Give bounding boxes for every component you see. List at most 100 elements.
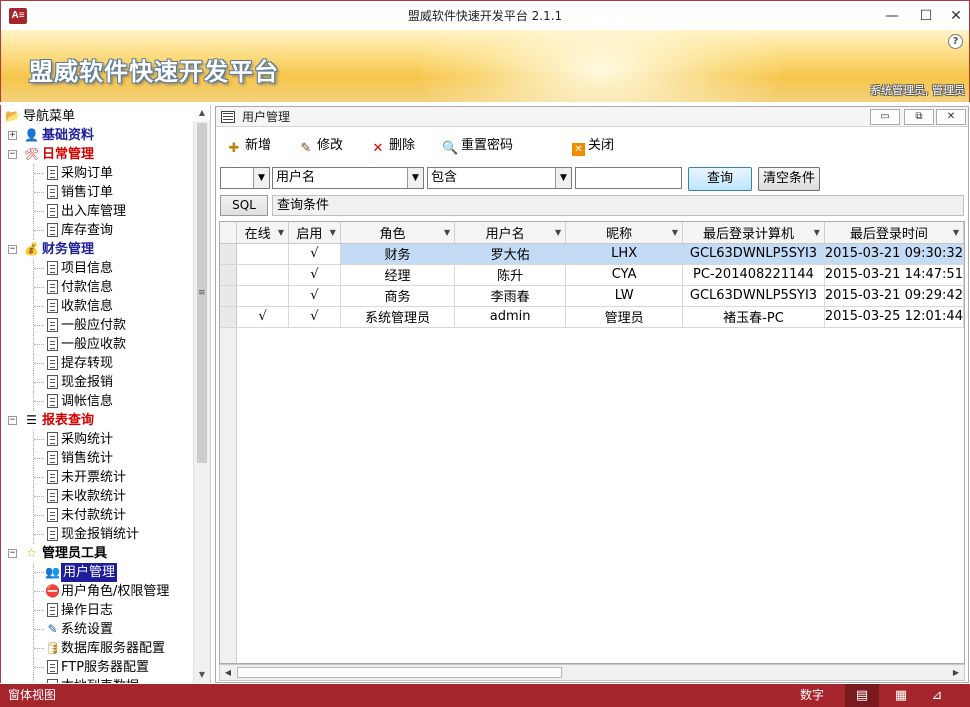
add-button[interactable]: ✚ 新增 bbox=[226, 135, 271, 157]
nav-item[interactable]: 销售统计 bbox=[1, 449, 195, 468]
chevron-down-icon[interactable]: ▼ bbox=[555, 168, 571, 188]
sort-filter-arrow-icon[interactable]: ▼ bbox=[672, 222, 678, 242]
horizontal-scrollbar[interactable]: ◀ ▶ bbox=[219, 664, 965, 681]
help-icon[interactable]: ? bbox=[948, 34, 963, 49]
nav-item[interactable]: 未开票统计 bbox=[1, 468, 195, 487]
table-cell[interactable]: 李雨春 bbox=[454, 285, 567, 307]
table-cell[interactable] bbox=[236, 264, 290, 286]
nav-item[interactable]: 采购统计 bbox=[1, 430, 195, 449]
nav-item[interactable]: 收款信息 bbox=[1, 297, 195, 316]
scroll-up-arrow[interactable]: ▲ bbox=[194, 105, 210, 121]
column-header[interactable]: 启用 ▼ bbox=[288, 222, 341, 244]
nav-item[interactable]: 操作日志 bbox=[1, 601, 195, 620]
nav-item[interactable]: 现金报销统计 bbox=[1, 525, 195, 544]
reset-password-button[interactable]: 🔍 重置密码 bbox=[442, 135, 513, 157]
column-header[interactable]: 最后登录计算机 ▼ bbox=[682, 222, 825, 244]
nav-item[interactable]: 一般应收款 bbox=[1, 335, 195, 354]
form-close-button[interactable]: ✕ bbox=[936, 109, 966, 125]
table-cell[interactable]: 2015-03-21 09:30:32 bbox=[824, 243, 964, 265]
nav-item[interactable]: 项目信息 bbox=[1, 259, 195, 278]
sql-button[interactable]: SQL bbox=[220, 195, 268, 216]
close-window-button[interactable]: ✕ bbox=[941, 1, 970, 31]
layout-view-icon[interactable]: ⊿ bbox=[920, 684, 954, 707]
chevron-down-icon[interactable]: ▼ bbox=[253, 168, 269, 188]
column-header[interactable]: 角色 ▼ bbox=[340, 222, 456, 244]
table-cell[interactable]: √ bbox=[288, 285, 341, 307]
record-selector[interactable] bbox=[220, 285, 238, 307]
nav-item[interactable]: 未收款统计 bbox=[1, 487, 195, 506]
select-all-corner[interactable] bbox=[220, 222, 238, 244]
table-cell[interactable]: 2015-03-25 12:01:44 bbox=[824, 306, 964, 328]
column-header[interactable]: 在线 ▼ bbox=[236, 222, 290, 244]
clear-conditions-button[interactable]: 清空条件 bbox=[758, 167, 820, 191]
record-selector[interactable] bbox=[220, 264, 238, 286]
nav-item[interactable]: 出入库管理 bbox=[1, 202, 195, 221]
table-cell[interactable]: LHX bbox=[565, 243, 684, 265]
table-cell[interactable]: 陈升 bbox=[454, 264, 567, 286]
table-cell[interactable]: 罗大佑 bbox=[454, 243, 567, 265]
table-cell[interactable]: 系统管理员 bbox=[340, 306, 456, 328]
table-cell[interactable]: CYA bbox=[565, 264, 684, 286]
nav-item[interactable]: 现金报销 bbox=[1, 373, 195, 392]
table-cell[interactable] bbox=[236, 243, 290, 265]
scroll-left-arrow[interactable]: ◀ bbox=[220, 665, 236, 680]
table-row[interactable]: √ √ 系统管理员 admin 管理员 褚玉春-PC 2015-03-25 12:01:44 bbox=[220, 306, 964, 328]
nav-item[interactable]: 一般应付款 bbox=[1, 316, 195, 335]
table-cell[interactable]: √ bbox=[288, 264, 341, 286]
table-cell[interactable]: √ bbox=[288, 243, 341, 265]
nav-scrollbar[interactable]: ▲ ≡ ▼ bbox=[193, 108, 210, 683]
query-button[interactable]: 查询 bbox=[688, 167, 752, 191]
table-row[interactable]: √ 商务 李雨春 LW GCL63DWNLP5SYI3 2015-03-21 09:29:… bbox=[220, 285, 964, 307]
collapse-icon[interactable]: − bbox=[8, 416, 17, 425]
nav-group-4[interactable]: − ☆ 管理员工具 bbox=[1, 544, 195, 563]
table-cell[interactable]: 经理 bbox=[340, 264, 456, 286]
nav-item[interactable]: 销售订单 bbox=[1, 183, 195, 202]
table-cell[interactable]: GCL63DWNLP5SYI3 bbox=[682, 243, 825, 265]
nav-item[interactable]: ✎ 系统设置 bbox=[1, 620, 195, 639]
form-view-icon[interactable]: ▤ bbox=[845, 684, 879, 707]
table-cell[interactable]: 2015-03-21 09:29:42 bbox=[824, 285, 964, 307]
table-cell[interactable]: 褚玉春-PC bbox=[682, 306, 825, 328]
scroll-right-arrow[interactable]: ▶ bbox=[948, 665, 964, 680]
table-cell[interactable]: 2015-03-21 14:47:51 bbox=[824, 264, 964, 286]
sort-filter-arrow-icon[interactable]: ▼ bbox=[814, 222, 820, 242]
nav-item[interactable]: FTP服务器配置 bbox=[1, 658, 195, 677]
logic-combo[interactable]: ▼ bbox=[220, 167, 270, 189]
nav-item[interactable]: 提存转现 bbox=[1, 354, 195, 373]
form-minimize-button[interactable]: ▭ bbox=[870, 109, 900, 125]
table-cell[interactable]: √ bbox=[288, 306, 341, 328]
form-restore-button[interactable]: ⧉ bbox=[904, 109, 934, 125]
column-header[interactable]: 用户名 ▼ bbox=[454, 222, 567, 244]
operator-combo[interactable]: 包含 ▼ bbox=[427, 167, 572, 189]
table-cell[interactable]: 财务 bbox=[340, 243, 456, 265]
table-row[interactable]: √ 财务 罗大佑 LHX GCL63DWNLP5SYI3 2015-03-21 09:30… bbox=[220, 243, 964, 265]
horizontal-scroll-thumb[interactable] bbox=[237, 667, 562, 678]
column-header[interactable]: 最后登录时间 ▼ bbox=[824, 222, 964, 244]
nav-item[interactable]: 👥 用户管理 bbox=[1, 563, 195, 582]
sort-filter-arrow-icon[interactable]: ▼ bbox=[278, 222, 284, 242]
table-cell[interactable]: PC-201408221144 bbox=[682, 264, 825, 286]
delete-button[interactable]: ✕ 删除 bbox=[370, 135, 415, 157]
filter-value-input[interactable] bbox=[575, 167, 682, 189]
collapse-icon[interactable]: − bbox=[8, 549, 17, 558]
nav-item[interactable]: 采购订单 bbox=[1, 164, 195, 183]
table-cell[interactable] bbox=[236, 285, 290, 307]
sort-filter-arrow-icon[interactable]: ▼ bbox=[444, 222, 450, 242]
record-selector[interactable] bbox=[220, 243, 238, 265]
table-cell[interactable]: LW bbox=[565, 285, 684, 307]
nav-item[interactable]: ⛔ 用户角色/权限管理 bbox=[1, 582, 195, 601]
collapse-icon[interactable]: − bbox=[8, 245, 17, 254]
nav-root[interactable]: 📂 导航菜单 bbox=[1, 107, 195, 126]
sort-filter-arrow-icon[interactable]: ▼ bbox=[330, 222, 336, 242]
sort-filter-arrow-icon[interactable]: ▼ bbox=[953, 222, 959, 242]
nav-item[interactable]: 付款信息 bbox=[1, 278, 195, 297]
sort-filter-arrow-icon[interactable]: ▼ bbox=[555, 222, 561, 242]
nav-group-3[interactable]: − ☰ 报表查询 bbox=[1, 411, 195, 430]
chevron-down-icon[interactable]: ▼ bbox=[407, 168, 423, 188]
datasheet-view-icon[interactable]: ▦ bbox=[884, 684, 918, 707]
field-combo[interactable]: 用户名 ▼ bbox=[272, 167, 424, 189]
table-cell[interactable]: 商务 bbox=[340, 285, 456, 307]
nav-item[interactable]: 🛢 数据库服务器配置 bbox=[1, 639, 195, 658]
table-row[interactable]: √ 经理 陈升 CYA PC-201408221144 2015-03-21 14:47:… bbox=[220, 264, 964, 286]
close-form-button[interactable]: ✕ 关闭 bbox=[572, 135, 614, 157]
